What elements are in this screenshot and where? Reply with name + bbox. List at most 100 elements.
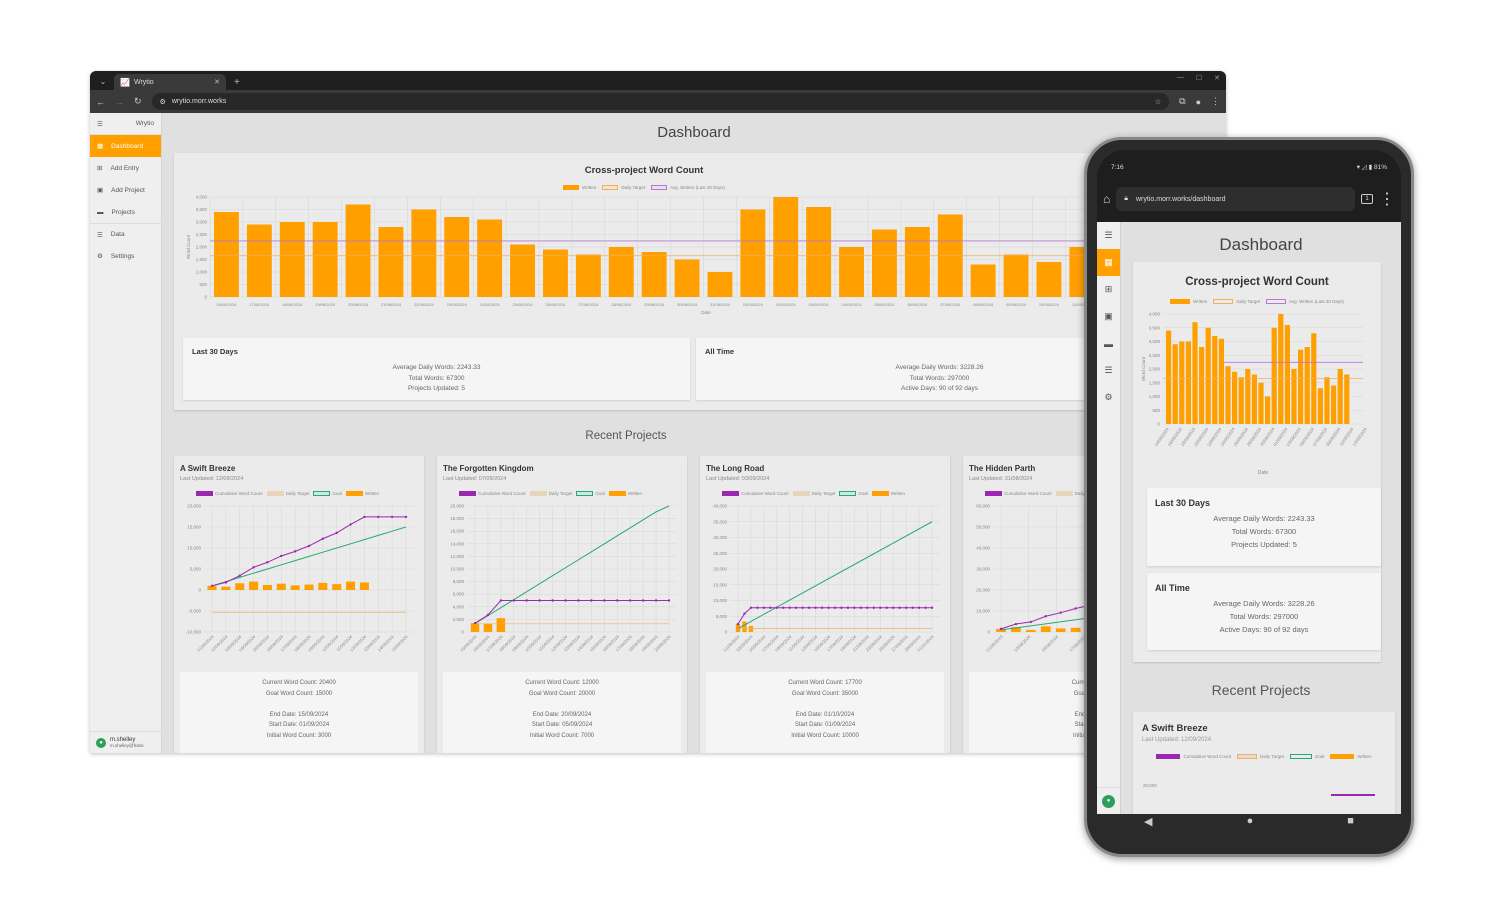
cumulative-line <box>737 607 932 625</box>
nav-home-icon[interactable]: ● <box>1247 815 1254 827</box>
mobile-nav-data-icon[interactable]: ☰ <box>1097 357 1120 384</box>
back-icon[interactable]: ← <box>96 97 105 107</box>
y-tick-label: 60,000 <box>976 504 990 509</box>
bar <box>1238 377 1244 424</box>
overview-card: Cross-project Word Count Written Daily T… <box>174 153 1203 410</box>
tab-close-icon[interactable]: ✕ <box>214 78 220 86</box>
menu-kebab-icon[interactable]: ⋮ <box>1211 96 1220 107</box>
y-tick-label: 2,500 <box>1149 353 1161 358</box>
bar <box>378 227 404 297</box>
cumulative-point <box>321 537 325 540</box>
bar <box>312 222 338 297</box>
mobile-main: Dashboard Cross-project Word Count Writt… <box>1121 222 1401 814</box>
bar <box>1337 369 1343 424</box>
written-bar <box>496 618 506 632</box>
legend-daily-target[interactable]: Daily Target <box>602 185 645 191</box>
bar <box>444 217 470 297</box>
mobile-menu-kebab-icon[interactable]: ⋮ <box>1379 189 1395 209</box>
cumulative-point <box>1029 620 1033 624</box>
cumulative-point <box>782 606 785 609</box>
mobile-nav-dashboard-icon[interactable]: ▦ <box>1097 249 1120 276</box>
tab-search-chevron-icon[interactable]: ⌄ <box>96 74 110 88</box>
info-line: Current Word Count: 20400 <box>262 680 336 686</box>
legend-cumulative[interactable]: Cumulative Word Count <box>1156 754 1231 760</box>
x-tick-label: 21/08/2024 <box>381 302 402 307</box>
forward-icon[interactable]: → <box>115 97 124 107</box>
bar <box>1291 369 1297 424</box>
mobile-address-bar[interactable]: 🔒︎ wrytio.morr.works/dashboard <box>1116 187 1355 211</box>
project-card[interactable]: The Long Road Last Updated: 03/09/2024 C… <box>700 456 950 753</box>
legend-daily-target[interactable]: Daily Target <box>1213 299 1260 305</box>
legend-avg-written[interactable]: Avg. Written (Last 30 Days) <box>651 185 725 191</box>
sidebar-item-settings[interactable]: ⚙ Settings <box>90 245 161 267</box>
written-bar <box>742 621 747 632</box>
y-tick-label: 0 <box>987 630 990 635</box>
mobile-nav-add-entry-icon[interactable]: ⊞ <box>1097 276 1120 303</box>
x-tick-label: 19/08/2024 <box>315 302 336 307</box>
cumulative-point <box>892 606 895 609</box>
bar <box>1218 338 1224 424</box>
x-tick-label: 03/09/2024 <box>809 302 830 307</box>
project-last-updated: Last Updated: 12/09/2024 <box>1142 737 1212 743</box>
mobile-nav-add-project-icon[interactable]: ▣ <box>1097 303 1120 330</box>
mobile-project-card[interactable]: A Swift Breeze Last Updated: 12/09/2024 … <box>1133 712 1395 814</box>
goal-line <box>737 521 933 629</box>
mobile-nav-projects-icon[interactable]: ▬ <box>1097 330 1120 357</box>
sidebar-item-label: Add Project <box>111 186 145 194</box>
bookmark-star-icon[interactable]: ☆ <box>1155 98 1161 106</box>
sidebar-item-dashboard[interactable]: ▦ Dashboard <box>90 135 161 157</box>
home-icon[interactable]: ⌂ <box>1103 192 1110 206</box>
y-tick-label: 10,000 <box>976 609 990 614</box>
bar <box>904 227 930 297</box>
sidebar-item-add-entry[interactable]: ⊞ Add Entry <box>90 157 161 179</box>
maximize-icon[interactable]: ☐ <box>1196 74 1202 82</box>
bar <box>246 224 272 297</box>
y-tick-label: 20,000 <box>713 567 727 572</box>
profile-icon[interactable]: ● <box>1196 97 1201 107</box>
cumulative-point <box>525 599 528 602</box>
legend-goal[interactable]: Goal <box>1289 754 1324 760</box>
legend-written[interactable]: Written <box>1170 299 1207 305</box>
collapse-menu-icon[interactable]: ☰ <box>97 120 103 128</box>
y-axis-label: Word Count <box>186 234 191 259</box>
y-tick-label: 0 <box>1157 422 1160 427</box>
legend-written[interactable]: Written <box>1330 754 1372 760</box>
tab-count-icon[interactable]: 1 <box>1361 194 1373 204</box>
bar <box>1271 327 1277 424</box>
sidebar-item-data[interactable]: ☰ Data <box>90 223 161 245</box>
browser-tab[interactable]: 📈 Wrytio ✕ <box>114 74 226 90</box>
x-tick-label: 18/08/2024 <box>282 302 303 307</box>
mobile-nav-settings-icon[interactable]: ⚙ <box>1097 384 1120 411</box>
cumulative-point <box>590 599 593 602</box>
sidebar-item-add-project[interactable]: ▣ Add Project <box>90 179 161 201</box>
legend-daily-target[interactable]: Daily Target <box>1237 754 1284 760</box>
nav-back-icon[interactable]: ◀ <box>1144 815 1152 828</box>
reload-icon[interactable]: ↻ <box>134 96 142 107</box>
cumulative-point <box>377 515 380 519</box>
mobile-expand-menu-icon[interactable]: ☰ <box>1097 222 1120 249</box>
project-card[interactable]: A Swift Breeze Last Updated: 12/09/2024 … <box>174 456 424 753</box>
written-bar <box>748 626 754 632</box>
project-card[interactable]: The Forgotten Kingdom Last Updated: 07/0… <box>437 456 687 753</box>
sidebar-item-label: Settings <box>110 252 135 260</box>
project-title: A Swift Breeze <box>1142 723 1208 734</box>
address-bar[interactable]: ⚙ wrytio.morr.works ☆ <box>151 93 1170 110</box>
cumulative-point <box>1074 607 1077 610</box>
minimize-icon[interactable]: — <box>1177 74 1184 82</box>
stat-line: Average Daily Words: 2243.33 <box>1213 514 1315 523</box>
cumulative-point <box>335 531 338 535</box>
avatar-icon: ● <box>96 737 106 748</box>
nav-recents-icon[interactable]: ■ <box>1347 815 1354 827</box>
legend-written[interactable]: Written <box>563 185 596 191</box>
main-content: Dashboard Cross-project Word Count Writt… <box>162 113 1226 753</box>
legend-avg-written[interactable]: Avg. Written (Last 30 Days) <box>1266 299 1344 305</box>
info-line: Initial Word Count: 3000 <box>266 732 332 739</box>
new-tab-button[interactable]: + <box>234 77 240 88</box>
site-info-icon[interactable]: ⚙ <box>160 98 166 106</box>
sidebar-item-projects[interactable]: ▬ Projects <box>90 201 161 223</box>
cumulative-point <box>616 599 619 602</box>
window-close-icon[interactable]: ✕ <box>1214 74 1220 82</box>
user-profile[interactable]: ● m.shelley m.shelley@frank <box>90 731 161 753</box>
y-tick-label: 50,000 <box>976 525 990 530</box>
extensions-icon[interactable]: ⧉ <box>1179 96 1185 107</box>
